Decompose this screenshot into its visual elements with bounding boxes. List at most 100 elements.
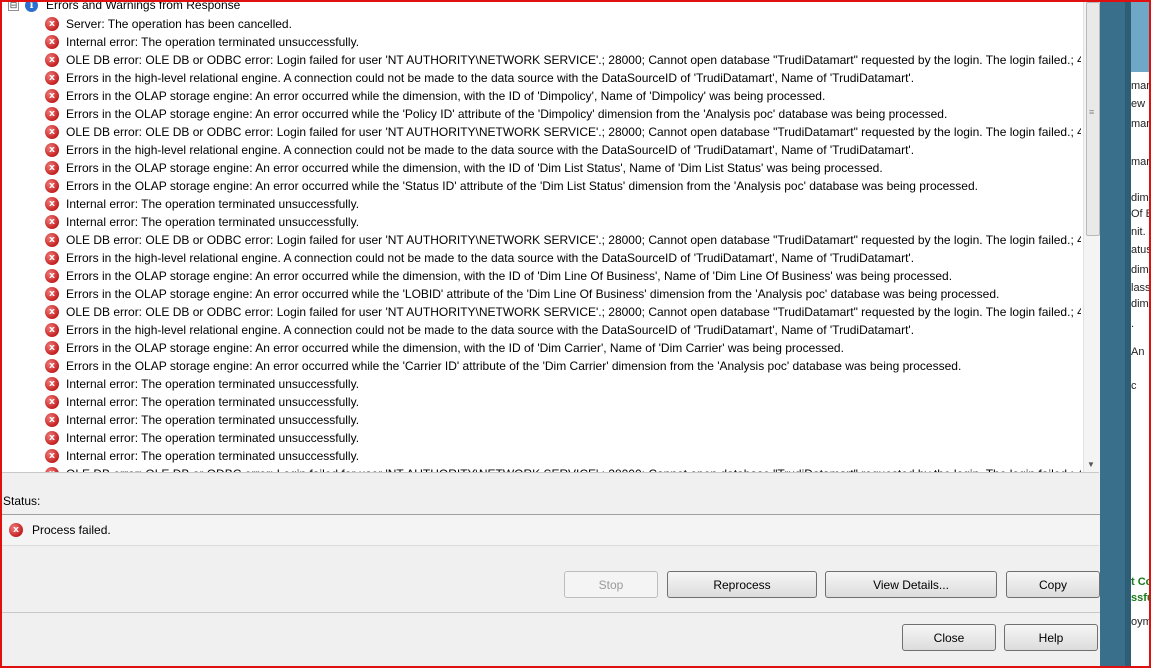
messages-group-header[interactable]: ⊟ i Errors and Warnings from Response — [8, 0, 240, 13]
message-text: Internal error: The operation terminated… — [66, 449, 360, 463]
message-text: Internal error: The operation terminated… — [66, 431, 360, 445]
error-icon: x — [45, 269, 59, 283]
message-list: x Server: The operation has been cancelle… — [45, 15, 1081, 472]
message-row[interactable]: x Errors in the OLAP storage engine: An e… — [45, 285, 1081, 303]
error-icon: x — [45, 143, 59, 157]
error-icon: x — [45, 161, 59, 175]
message-text: Server: The operation has been cancelled… — [66, 17, 292, 31]
message-text: OLE DB error: OLE DB or ODBC error: Logi… — [66, 53, 1081, 67]
message-row[interactable]: x OLE DB error: OLE DB or ODBC error: Log… — [45, 123, 1081, 141]
background-window-text: Of B — [1131, 208, 1151, 220]
message-row[interactable]: x OLE DB error: OLE DB or ODBC error: Log… — [45, 231, 1081, 249]
help-button[interactable]: Help — [1004, 624, 1098, 651]
message-row[interactable]: x Internal error: The operation terminate… — [45, 195, 1081, 213]
background-window-text: nit. — [1131, 226, 1146, 238]
background-window-text: . — [1131, 318, 1135, 330]
message-row[interactable]: x OLE DB error: OLE DB or ODBC error: Log… — [45, 465, 1081, 472]
error-icon: x — [45, 107, 59, 121]
error-icon: x — [45, 17, 59, 31]
message-row[interactable]: x Server: The operation has been cancelle… — [45, 15, 1081, 33]
message-text: Errors in the OLAP storage engine: An er… — [66, 359, 962, 373]
background-window-edge — [1100, 0, 1125, 668]
background-window-text: c — [1131, 380, 1137, 392]
error-icon: x — [45, 89, 59, 103]
error-icon: x — [45, 215, 59, 229]
error-icon: x — [45, 233, 59, 247]
error-icon: x — [45, 323, 59, 337]
background-window-text: ew — [1131, 98, 1146, 110]
info-icon: i — [25, 0, 38, 12]
message-row[interactable]: x Errors in the OLAP storage engine: An e… — [45, 357, 1081, 375]
message-row[interactable]: x Internal error: The operation terminate… — [45, 411, 1081, 429]
error-icon: x — [45, 341, 59, 355]
message-row[interactable]: x Errors in the high-level relational eng… — [45, 321, 1081, 339]
message-row[interactable]: x Errors in the OLAP storage engine: An e… — [45, 87, 1081, 105]
error-icon: x — [45, 35, 59, 49]
collapse-toggle-icon[interactable]: ⊟ — [8, 0, 19, 11]
message-row[interactable]: x Errors in the high-level relational eng… — [45, 141, 1081, 159]
messages-group-title: Errors and Warnings from Response — [46, 0, 241, 12]
messages-scrollbar[interactable]: ≡ ▼ — [1083, 0, 1101, 472]
message-row[interactable]: x Errors in the OLAP storage engine: An e… — [45, 177, 1081, 195]
error-icon: x — [45, 467, 59, 472]
messages-panel[interactable]: ⊟ i Errors and Warnings from Response xS… — [2, 0, 1099, 473]
message-text: Errors in the OLAP storage engine: An er… — [66, 89, 826, 103]
error-icon: x — [45, 305, 59, 319]
copy-button[interactable]: Copy — [1006, 571, 1100, 598]
message-row[interactable]: x Errors in the OLAP storage engine: An e… — [45, 159, 1081, 177]
background-window-text: atus — [1131, 244, 1151, 256]
error-icon: x — [45, 395, 59, 409]
error-icon: x — [45, 179, 59, 193]
message-row[interactable]: x OLE DB error: OLE DB or ODBC error: Log… — [45, 51, 1081, 69]
status-message: Process failed. — [32, 523, 111, 537]
message-text: Internal error: The operation terminated… — [66, 197, 360, 211]
background-window-text: mar — [1131, 156, 1150, 168]
scroll-down-icon[interactable]: ▼ — [1087, 460, 1095, 469]
message-text: Internal error: The operation terminated… — [66, 215, 360, 229]
message-row[interactable]: x Internal error: The operation terminate… — [45, 213, 1081, 231]
message-row[interactable]: x Internal error: The operation terminate… — [45, 393, 1081, 411]
message-text: Internal error: The operation terminated… — [66, 413, 360, 427]
reprocess-button[interactable]: Reprocess — [667, 571, 817, 598]
error-icon: x — [45, 431, 59, 445]
error-icon: x — [45, 251, 59, 265]
error-icon: x — [45, 197, 59, 211]
message-row[interactable]: x Internal error: The operation terminate… — [45, 375, 1081, 393]
error-icon: x — [45, 287, 59, 301]
message-row[interactable]: x Errors in the OLAP storage engine: An e… — [45, 267, 1081, 285]
message-text: Errors in the OLAP storage engine: An er… — [66, 161, 883, 175]
message-row[interactable]: x Errors in the OLAP storage engine: An e… — [45, 105, 1081, 123]
message-text: Errors in the high-level relational engi… — [66, 71, 915, 85]
message-text: Errors in the OLAP storage engine: An er… — [66, 179, 978, 193]
message-row[interactable]: x Errors in the high-level relational eng… — [45, 249, 1081, 267]
message-row[interactable]: x Internal error: The operation terminate… — [45, 429, 1081, 447]
message-row[interactable]: x Internal error: The operation terminate… — [45, 447, 1081, 465]
background-window-text: mar — [1131, 118, 1150, 130]
error-icon: x — [45, 449, 59, 463]
message-text: OLE DB error: OLE DB or ODBC error: Logi… — [66, 467, 1081, 472]
status-label: Status: — [3, 494, 41, 508]
message-text: Errors in the OLAP storage engine: An er… — [66, 269, 953, 283]
background-window-text: dim — [1131, 298, 1149, 310]
message-text: OLE DB error: OLE DB or ODBC error: Logi… — [66, 233, 1081, 247]
message-text: Errors in the OLAP storage engine: An er… — [66, 107, 948, 121]
background-window-text: mar — [1131, 80, 1150, 92]
view-details-button[interactable]: View Details... — [825, 571, 997, 598]
message-row[interactable]: x OLE DB error: OLE DB or ODBC error: Log… — [45, 303, 1081, 321]
message-row[interactable]: x Internal error: The operation terminate… — [45, 33, 1081, 51]
stop-button[interactable]: Stop — [564, 571, 658, 598]
error-icon: x — [45, 413, 59, 427]
close-button[interactable]: Close — [902, 624, 996, 651]
message-row[interactable]: x Errors in the high-level relational eng… — [45, 69, 1081, 87]
background-window-text: dim — [1131, 192, 1149, 204]
status-box: x Process failed. — [2, 515, 1099, 546]
message-text: Errors in the high-level relational engi… — [66, 323, 915, 337]
background-window-text: An — [1131, 346, 1145, 358]
message-text: Errors in the high-level relational engi… — [66, 143, 915, 157]
background-window-titlebar — [1131, 0, 1151, 72]
message-row[interactable]: x Errors in the OLAP storage engine: An e… — [45, 339, 1081, 357]
message-text: Errors in the OLAP storage engine: An er… — [66, 341, 844, 355]
scrollbar-thumb[interactable]: ≡ — [1086, 2, 1100, 236]
background-window-text: t Co — [1131, 576, 1151, 588]
message-text: Internal error: The operation terminated… — [66, 395, 360, 409]
